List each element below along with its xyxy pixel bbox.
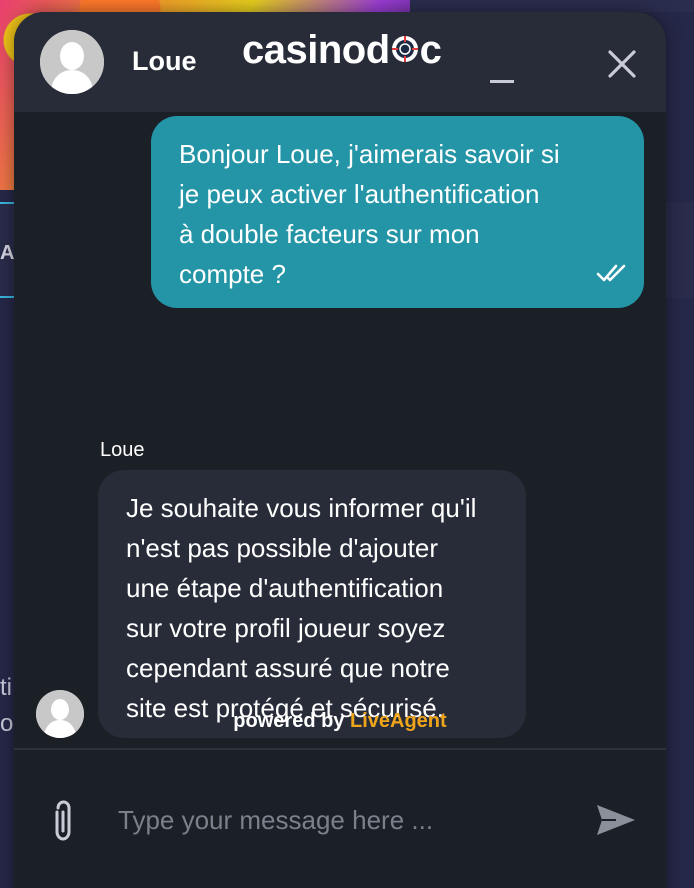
agent-name: Loue: [132, 46, 197, 76]
person-icon: [40, 30, 104, 94]
brand-logo-suffix: c: [419, 28, 442, 72]
minimize-icon: [490, 80, 514, 83]
message-line: Je souhaite vous informer qu'il: [126, 493, 477, 523]
message-line: sur votre profil joueur soyez: [126, 613, 446, 643]
chat-header: Loue casinod c: [14, 12, 666, 112]
message-line: à double facteurs sur mon: [179, 219, 480, 249]
attach-button[interactable]: [48, 798, 78, 844]
message-line: n'est pas possible d'ajouter: [126, 533, 439, 563]
double-check-icon: [596, 264, 626, 282]
background-partial-text: ti: [0, 674, 12, 701]
close-icon: [608, 50, 636, 78]
background-header-strip: [410, 0, 694, 12]
message-input[interactable]: [118, 798, 558, 842]
send-icon: [597, 805, 635, 835]
powered-by-footer: powered by LiveAgent: [14, 708, 666, 734]
chat-widget: Loue casinod c Bonjour Loue, j'aimerais …: [14, 12, 666, 888]
incoming-message: Je souhaite vous informer qu'il n'est pa…: [98, 470, 526, 738]
minimize-button[interactable]: [486, 62, 518, 92]
sender-name: Loue: [100, 439, 145, 461]
powered-by-brand-link[interactable]: LiveAgent: [350, 710, 447, 732]
message-line: Bonjour Loue, j'aimerais savoir si: [179, 139, 560, 169]
agent-avatar: [40, 30, 104, 94]
background-partial-text: A: [0, 242, 15, 264]
paperclip-icon: [55, 800, 71, 841]
message-line: compte ?: [179, 259, 286, 289]
message-list: Bonjour Loue, j'aimerais savoir si je pe…: [14, 112, 666, 748]
brand-logo: casinod c: [242, 26, 442, 74]
composer-divider: [14, 748, 666, 750]
message-line: une étape d'authentification: [126, 573, 444, 603]
poker-chip-icon: [391, 26, 419, 74]
brand-logo-prefix: casino: [242, 28, 366, 72]
send-button[interactable]: [594, 802, 638, 838]
brand-logo-middle: d: [365, 28, 390, 72]
outgoing-message: Bonjour Loue, j'aimerais savoir si je pe…: [151, 116, 644, 308]
message-line: je peux activer l'authentification: [179, 179, 540, 209]
powered-by-label: powered by: [233, 710, 350, 732]
message-line: cependant assuré que notre: [126, 653, 450, 683]
close-button[interactable]: [604, 46, 640, 82]
